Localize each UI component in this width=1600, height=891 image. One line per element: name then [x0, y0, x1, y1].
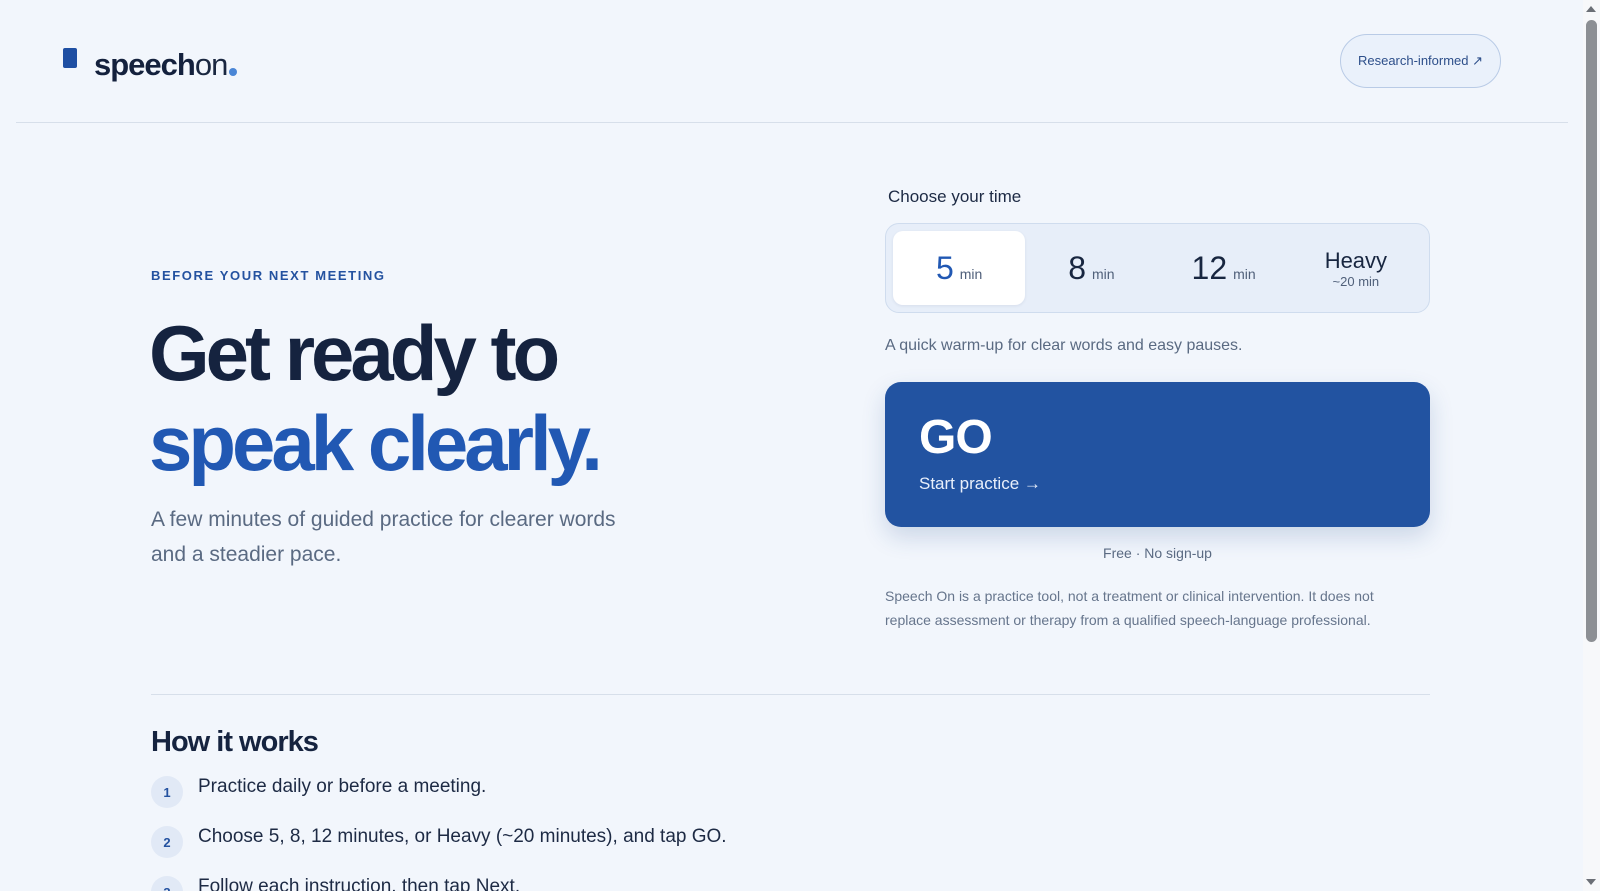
- logo-dot-icon: [229, 68, 238, 76]
- time-selector-label: Choose your time: [888, 187, 1022, 206]
- time-option-heavy[interactable]: Heavy ~20 min: [1290, 231, 1422, 305]
- time-option-unit: min: [1091, 266, 1115, 282]
- headline-line-1: Get ready to: [149, 309, 560, 397]
- time-option-value: 8: [1068, 249, 1086, 286]
- time-option-unit: ~20 min: [1332, 273, 1380, 289]
- step-text: Choose 5, 8, 12 minutes, or Heavy (~20 m…: [198, 826, 727, 847]
- start-practice-label: Start practice →: [919, 474, 1041, 493]
- time-option-heavy-stack: Heavy ~20 min: [1325, 248, 1387, 289]
- step-number-badge: 3: [151, 876, 183, 891]
- hero-eyebrow: BEFORE YOUR NEXT MEETING: [151, 268, 386, 283]
- step-item: 1 Practice daily or before a meeting.: [151, 775, 727, 825]
- step-item: 3 Follow each instruction, then tap Next…: [151, 875, 727, 891]
- step-number-badge: 2: [151, 826, 183, 858]
- logo-text-bold: speech: [94, 47, 196, 82]
- go-button-title: GO: [919, 411, 993, 464]
- time-option-8[interactable]: 8 min: [1025, 231, 1157, 305]
- page: speechon Research-informed ↗ BEFORE YOUR…: [0, 0, 1600, 891]
- section-divider: [151, 694, 1430, 695]
- free-note: Free · No sign-up: [1103, 545, 1212, 561]
- logo-mark-icon: [63, 48, 77, 68]
- headline-line-2: speak clearly.: [149, 399, 603, 487]
- logo[interactable]: speechon: [63, 45, 238, 85]
- logo-text: speechon: [94, 45, 228, 85]
- time-description: A quick warm-up for clear words and easy…: [885, 337, 1243, 354]
- scroll-down-arrow-icon[interactable]: [1586, 879, 1596, 885]
- time-selector: 5 min 8 min 12 min Heavy ~20 min: [885, 223, 1430, 313]
- scrollbar-thumb[interactable]: [1586, 20, 1597, 642]
- hero-headline: Get ready to speak clearly.: [149, 308, 603, 488]
- steps-list: 1 Practice daily or before a meeting. 2 …: [151, 775, 727, 891]
- time-option-unit: min: [1233, 266, 1256, 282]
- vertical-scrollbar[interactable]: [1583, 0, 1600, 891]
- step-item: 2 Choose 5, 8, 12 minutes, or Heavy (~20…: [151, 825, 727, 875]
- step-text: Follow each instruction, then tap Next.: [198, 876, 521, 891]
- time-option-value: 12: [1191, 249, 1228, 286]
- time-option-12[interactable]: 12 min: [1158, 231, 1290, 305]
- disclaimer: Speech On is a practice tool, not a trea…: [885, 588, 1374, 628]
- research-informed-button[interactable]: Research-informed ↗: [1340, 34, 1501, 88]
- step-text: Practice daily or before a meeting.: [198, 776, 487, 797]
- time-option-value: 5: [935, 249, 954, 286]
- go-button[interactable]: GO Start practice →: [885, 382, 1430, 527]
- time-option-5[interactable]: 5 min: [893, 231, 1026, 305]
- scroll-up-arrow-icon[interactable]: [1586, 6, 1596, 12]
- time-option-value: Heavy: [1324, 247, 1388, 273]
- site-header: speechon Research-informed ↗: [16, 0, 1568, 123]
- time-option-unit: min: [959, 266, 983, 282]
- hero-subline: A few minutes of guided practice for cle…: [151, 508, 616, 566]
- logo-text-light: on: [194, 47, 228, 82]
- step-number-badge: 1: [151, 776, 183, 808]
- how-it-works-title: How it works: [151, 726, 319, 758]
